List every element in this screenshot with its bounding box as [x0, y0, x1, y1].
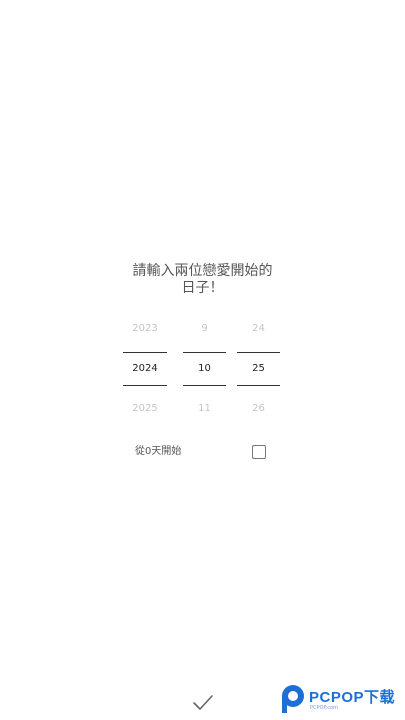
day-divider-top — [237, 352, 280, 353]
year-next[interactable]: 2025 — [123, 398, 167, 420]
month-divider-bottom — [183, 385, 226, 386]
year-prev[interactable]: 2023 — [123, 318, 167, 340]
day-prev[interactable]: 24 — [237, 318, 280, 340]
month-picker[interactable]: 9 10 11 — [183, 318, 226, 420]
day-selected[interactable]: 25 — [237, 358, 280, 380]
confirm-button[interactable] — [190, 690, 216, 716]
watermark: PCPOP下载 PCPOP.com — [280, 684, 402, 716]
month-prev[interactable]: 9 — [183, 318, 226, 340]
from-zero-checkbox[interactable] — [252, 445, 266, 459]
prompt-line-1: 請輸入兩位戀愛開始的 — [132, 263, 273, 279]
year-divider-top — [123, 352, 167, 353]
month-next[interactable]: 11 — [183, 398, 226, 420]
year-divider-bottom — [123, 385, 167, 386]
pcpop-logo-icon — [282, 685, 304, 713]
prompt-title: 請輸入兩位戀愛開始的 日子！ — [0, 263, 405, 297]
watermark-sub: PCPOP.com — [310, 705, 338, 711]
day-divider-bottom — [237, 385, 280, 386]
day-next[interactable]: 26 — [237, 398, 280, 420]
prompt-line-2: 日子！ — [181, 280, 224, 296]
month-selected[interactable]: 10 — [183, 358, 226, 380]
check-icon — [193, 695, 213, 710]
month-divider-top — [183, 352, 226, 353]
year-selected[interactable]: 2024 — [123, 358, 167, 380]
from-zero-label: 從0天開始 — [135, 446, 182, 457]
year-picker[interactable]: 2023 2024 2025 — [123, 318, 167, 420]
day-picker[interactable]: 24 25 26 — [237, 318, 280, 420]
watermark-brand: PCPOP下载 — [309, 689, 396, 706]
